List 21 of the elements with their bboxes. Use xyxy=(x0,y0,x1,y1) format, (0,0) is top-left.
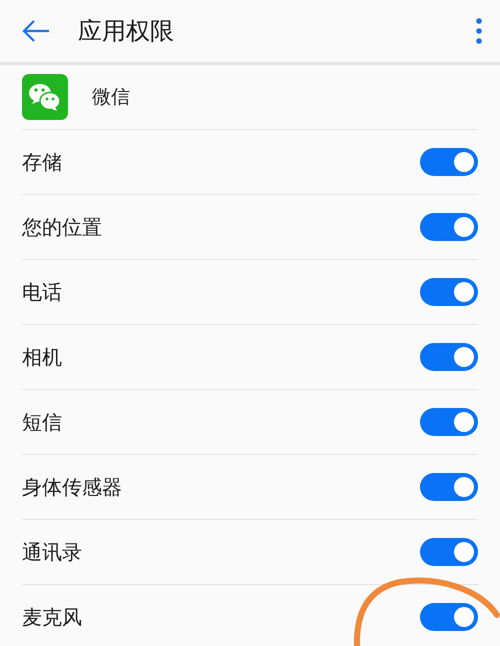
permission-label: 存储 xyxy=(22,149,62,176)
permission-toggle[interactable] xyxy=(420,213,478,241)
permission-toggle[interactable] xyxy=(420,148,478,176)
permission-toggle[interactable] xyxy=(420,473,478,501)
permission-label: 麦克风 xyxy=(22,604,82,631)
permission-label: 相机 xyxy=(22,344,62,371)
permission-toggle[interactable] xyxy=(420,538,478,566)
permission-toggle[interactable] xyxy=(420,408,478,436)
app-icon xyxy=(22,74,68,120)
permission-label: 电话 xyxy=(22,279,62,306)
back-arrow-icon[interactable] xyxy=(22,19,50,43)
permission-label: 通讯录 xyxy=(22,539,82,566)
permission-toggle[interactable] xyxy=(420,603,478,631)
permission-label: 短信 xyxy=(22,409,62,436)
permission-toggle[interactable] xyxy=(420,278,478,306)
permission-toggle[interactable] xyxy=(420,343,478,371)
page-title: 应用权限 xyxy=(78,16,174,47)
app-name: 微信 xyxy=(92,84,130,110)
permission-label: 您的位置 xyxy=(22,214,102,241)
more-options-icon[interactable] xyxy=(476,18,482,44)
permission-label: 身体传感器 xyxy=(22,474,122,501)
